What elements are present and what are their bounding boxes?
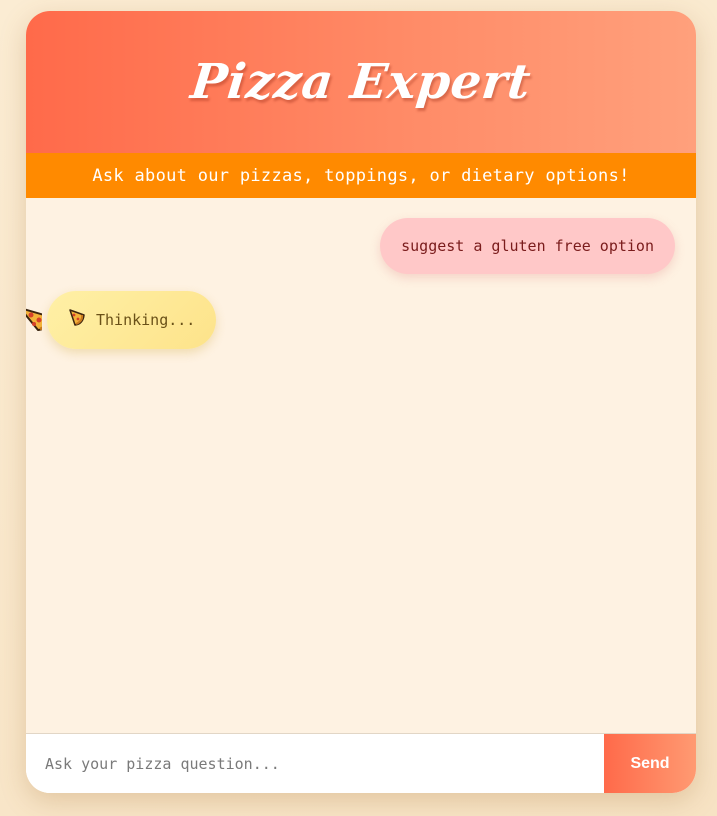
page-title: Pizza Expert (188, 54, 534, 110)
chat-app: Pizza Expert Ask about our pizzas, toppi… (26, 11, 696, 793)
question-input[interactable] (26, 734, 604, 793)
chat-area[interactable]: suggest a gluten free option Thinking... (26, 198, 696, 733)
composer: Send (26, 733, 696, 793)
pizza-slice-icon (26, 305, 42, 333)
pizza-slice-icon (68, 309, 86, 331)
user-message: suggest a gluten free option (380, 218, 675, 274)
subtitle-bar: Ask about our pizzas, toppings, or dieta… (26, 153, 696, 198)
bot-message: Thinking... (47, 291, 217, 349)
subtitle: Ask about our pizzas, toppings, or dieta… (92, 165, 630, 186)
header: Pizza Expert (26, 11, 696, 153)
user-message-text: suggest a gluten free option (401, 237, 654, 255)
bot-message-text: Thinking... (96, 311, 196, 329)
send-button[interactable]: Send (604, 734, 696, 793)
